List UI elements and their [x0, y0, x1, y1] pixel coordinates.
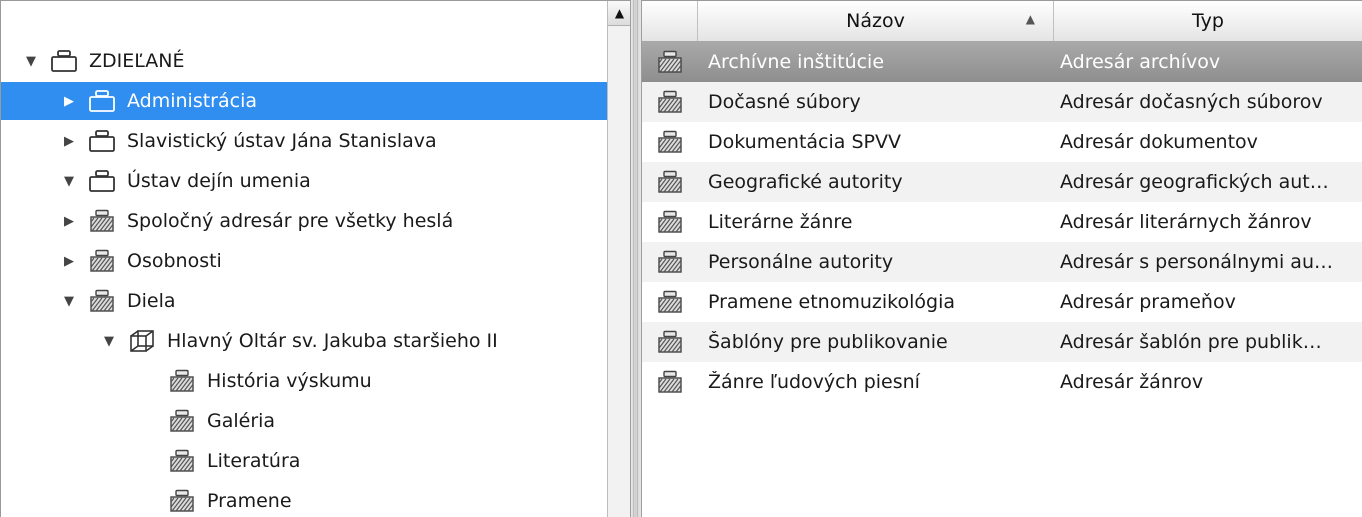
- tree-item[interactable]: ▼ Hlavný Oltár sv. Jakuba staršieho II: [1, 322, 607, 360]
- type-column-label: Typ: [1192, 10, 1224, 32]
- shared-folder-icon: [87, 128, 117, 154]
- archive-drawer-icon: [642, 130, 698, 154]
- list-row-type: Adresár geografických aut…: [1060, 171, 1329, 193]
- archive-drawer-icon: [642, 210, 698, 234]
- tree-scrollbar[interactable]: ▲: [607, 1, 630, 517]
- list-row-name: Šablóny pre publikovanie: [708, 331, 948, 353]
- tree-item-label: Ústav dejín umenia: [127, 170, 311, 192]
- list-row-type: Adresár s personálnymi au…: [1060, 251, 1333, 273]
- archive-drawer-icon: [642, 250, 698, 274]
- list-header: Názov ▲ Typ: [642, 0, 1362, 42]
- disclosure-collapsed-icon[interactable]: ▶: [59, 134, 79, 149]
- splitter-grip-line: [633, 0, 634, 517]
- tree-item-label: Pramene: [207, 490, 292, 512]
- type-column-header[interactable]: Typ: [1054, 1, 1362, 41]
- archive-drawer-icon: [87, 288, 117, 314]
- list-row-name: Pramene etnomuzikológia: [708, 291, 955, 313]
- list-row-type: Adresár archívov: [1060, 51, 1221, 73]
- list-row-name: Archívne inštitúcie: [708, 51, 885, 73]
- tree-item-label: Literatúra: [207, 450, 301, 472]
- disclosure-expanded-icon[interactable]: ▼: [59, 174, 79, 189]
- list-row[interactable]: Dočasné súbory Adresár dočasných súborov: [642, 82, 1362, 122]
- sort-ascending-icon: ▲: [1025, 12, 1035, 26]
- disclosure-collapsed-icon[interactable]: ▶: [59, 94, 79, 109]
- list-row[interactable]: Šablóny pre publikovanie Adresár šablón p…: [642, 322, 1362, 362]
- archive-drawer-icon: [642, 50, 698, 74]
- archive-drawer-icon: [642, 90, 698, 114]
- name-column-header[interactable]: Názov ▲: [698, 1, 1054, 41]
- shared-folder-icon: [87, 88, 117, 114]
- archive-drawer-icon: [167, 448, 197, 474]
- tree-item-label: Spoločný adresár pre všetky heslá: [127, 210, 454, 232]
- archive-drawer-icon: [167, 408, 197, 434]
- disclosure-expanded-icon[interactable]: ▼: [59, 294, 79, 309]
- name-column-label: Názov: [846, 10, 905, 32]
- list-row-type: Adresár literárnych žánrov: [1060, 211, 1312, 233]
- archive-drawer-icon: [167, 368, 197, 394]
- disclosure-expanded-icon[interactable]: ▼: [21, 54, 41, 69]
- list-row[interactable]: Pramene etnomuzikológia Adresár prameňov: [642, 282, 1362, 322]
- cube-icon: [127, 328, 157, 354]
- tree-item-label: Diela: [127, 290, 176, 312]
- archive-drawer-icon: [642, 330, 698, 354]
- disclosure-expanded-icon[interactable]: ▼: [99, 334, 119, 349]
- splitter-grip-line: [637, 0, 638, 517]
- list-row-name: Personálne autority: [708, 251, 894, 273]
- list-row-name: Geografické autority: [708, 171, 903, 193]
- directory-list-pane[interactable]: Názov ▲ Typ Archívne inštitúcie Adresár a…: [642, 0, 1362, 517]
- list-row[interactable]: Literárne žánre Adresár literárnych žánro…: [642, 202, 1362, 242]
- tree-item[interactable]: ▶ Osobnosti: [1, 242, 607, 280]
- tree-item[interactable]: ▶ Administrácia: [1, 82, 607, 120]
- tree-item[interactable]: ▼ Diela: [1, 282, 607, 320]
- tree-item[interactable]: ▶ Slavistický ústav Jána Stanislava: [1, 122, 607, 160]
- list-row-type: Adresár dokumentov: [1060, 131, 1258, 153]
- scroll-up-arrow-icon: ▲: [614, 6, 625, 20]
- archive-drawer-icon: [87, 248, 117, 274]
- list-row[interactable]: Archívne inštitúcie Adresár archívov: [642, 42, 1362, 82]
- shared-folder-icon: [87, 168, 117, 194]
- list-row-type: Adresár žánrov: [1060, 371, 1204, 393]
- list-row-name: Dokumentácia SPVV: [708, 131, 901, 153]
- tree-item[interactable]: ▶ Spoločný adresár pre všetky heslá: [1, 202, 607, 240]
- disclosure-collapsed-icon[interactable]: ▶: [59, 254, 79, 269]
- tree-item[interactable]: ▼ ZDIEĽANÉ: [1, 42, 607, 80]
- list-row[interactable]: Geografické autority Adresár geografickýc…: [642, 162, 1362, 202]
- archive-drawer-icon: [87, 208, 117, 234]
- archive-drawer-icon: [167, 488, 197, 514]
- list-row-name: Žánre ľudových piesní: [708, 371, 920, 393]
- archive-drawer-icon: [642, 170, 698, 194]
- tree-item[interactable]: História výskumu: [1, 362, 607, 400]
- list-row[interactable]: Žánre ľudových piesní Adresár žánrov: [642, 362, 1362, 402]
- archive-drawer-icon: [642, 290, 698, 314]
- tree-item-label: Osobnosti: [127, 250, 222, 272]
- tree-item-label: Galéria: [207, 410, 276, 432]
- list-row-name: Literárne žánre: [708, 211, 853, 233]
- list-row-type: Adresár šablón pre publik…: [1060, 331, 1322, 353]
- list-row[interactable]: Personálne autority Adresár s personálnym…: [642, 242, 1362, 282]
- list-row-type: Adresár dočasných súborov: [1060, 91, 1323, 113]
- tree-item[interactable]: Galéria: [1, 402, 607, 440]
- disclosure-collapsed-icon[interactable]: ▶: [59, 214, 79, 229]
- tree-item[interactable]: ▼ Ústav dejín umenia: [1, 162, 607, 200]
- tree-item[interactable]: Literatúra: [1, 442, 607, 480]
- list-row[interactable]: Dokumentácia SPVV Adresár dokumentov: [642, 122, 1362, 162]
- folder-tree-pane[interactable]: ▼ ZDIEĽANÉ ▶ Administrácia ▶ Slavistický ústa…: [0, 0, 630, 517]
- pane-splitter[interactable]: [630, 0, 642, 517]
- list-row-type: Adresár prameňov: [1060, 291, 1236, 313]
- icon-column-header[interactable]: [642, 1, 698, 41]
- tree-item-label: História výskumu: [207, 370, 372, 392]
- tree-item-label: ZDIEĽANÉ: [89, 50, 185, 72]
- tree-item-label: Slavistický ústav Jána Stanislava: [127, 130, 437, 152]
- archive-drawer-icon: [642, 370, 698, 394]
- tree-item[interactable]: Pramene: [1, 482, 607, 517]
- list-row-name: Dočasné súbory: [708, 91, 861, 113]
- shared-folder-icon: [49, 48, 79, 74]
- tree-item-label: Administrácia: [127, 90, 258, 112]
- tree-item-label: Hlavný Oltár sv. Jakuba staršieho II: [167, 330, 498, 352]
- scroll-up-button[interactable]: ▲: [608, 1, 630, 26]
